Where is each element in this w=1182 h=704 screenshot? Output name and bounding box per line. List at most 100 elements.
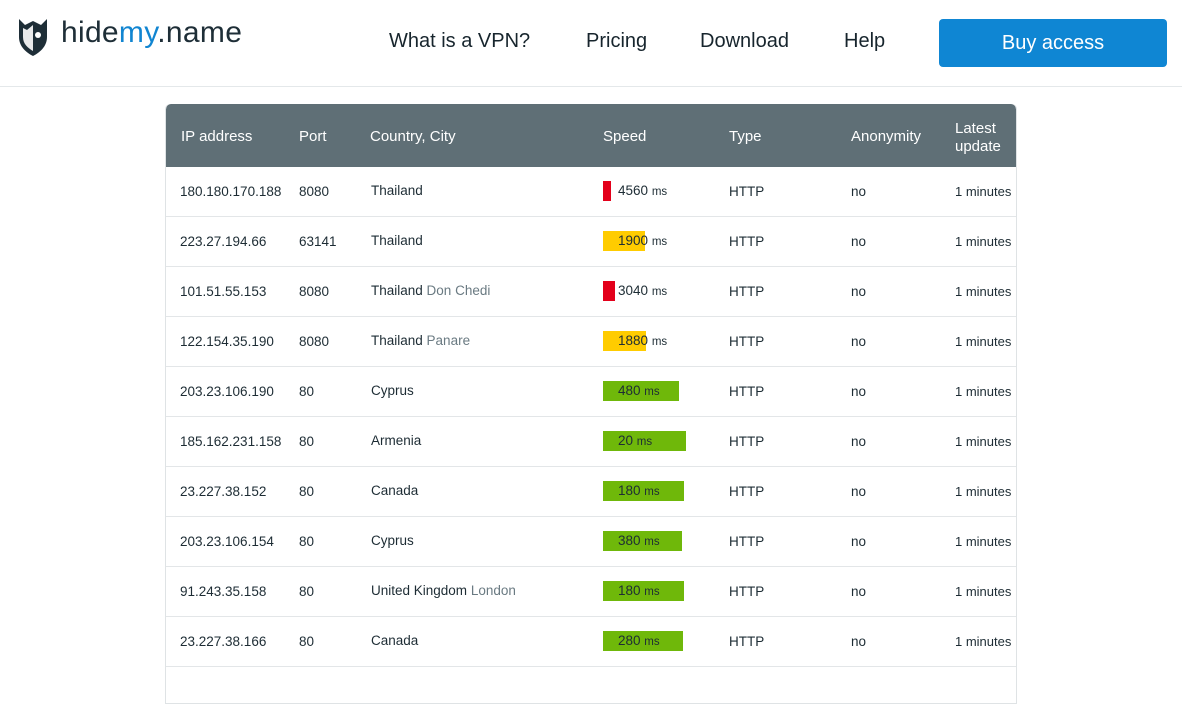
anonymity-cell: no	[851, 484, 867, 499]
table-row: 203.23.106.154 80 Cyprus 380 ms HTTP no …	[166, 517, 1016, 567]
latest-update-cell: 1 minutes	[955, 184, 1012, 199]
speed-unit: ms	[651, 286, 668, 298]
speed-unit: ms	[636, 436, 653, 448]
speed-value: 1900	[618, 233, 649, 248]
country-name: Thailand	[371, 333, 423, 348]
table-row: 91.243.35.158 80 United Kingdom London 1…	[166, 567, 1016, 617]
speed-value: 180	[618, 483, 641, 498]
speed-value: 380	[618, 533, 641, 548]
port-cell: 8080	[299, 284, 330, 299]
speed-cell: 3040 ms	[603, 281, 667, 301]
anonymity-cell: no	[851, 434, 867, 449]
speed-unit: ms	[644, 536, 660, 548]
country-city-cell: Cyprus	[371, 533, 414, 549]
country-city-cell: Canada	[371, 633, 418, 649]
latest-update-cell: 1 minutes	[955, 234, 1012, 249]
ip-address-cell: 23.227.38.166	[180, 634, 267, 649]
speed-cell: 380 ms	[603, 531, 682, 551]
port-cell: 80	[299, 434, 315, 449]
site-logo[interactable]: hidemy.name	[15, 15, 242, 57]
table-row: 185.162.231.158 80 Armenia 20 ms HTTP no…	[166, 417, 1016, 467]
latest-update-cell: 1 minutes	[955, 534, 1012, 549]
header-anonymity[interactable]: Anonymity	[851, 128, 921, 146]
speed-unit: ms	[651, 186, 668, 198]
port-cell: 80	[299, 534, 315, 549]
ip-address-cell: 185.162.231.158	[180, 434, 282, 449]
nav-pricing[interactable]: Pricing	[586, 30, 647, 58]
speed-value: 4560	[618, 183, 649, 198]
type-cell: HTTP	[729, 284, 765, 299]
type-cell: HTTP	[729, 184, 765, 199]
header-update-line1: Latest	[955, 120, 996, 137]
header-speed[interactable]: Speed	[603, 128, 646, 146]
speed-value: 180	[618, 583, 641, 598]
speed-unit: ms	[651, 236, 668, 248]
ip-address-cell: 91.243.35.158	[180, 584, 267, 599]
table-row: 223.27.194.66 63141 Thailand 1900 ms HTT…	[166, 217, 1016, 267]
speed-unit: ms	[644, 486, 660, 498]
speed-cell: 180 ms	[603, 481, 684, 501]
type-cell: HTTP	[729, 484, 765, 499]
country-name: United Kingdom	[371, 583, 468, 598]
table-row: 122.154.35.190 8080 Thailand Panare 1880…	[166, 317, 1016, 367]
type-cell: HTTP	[729, 434, 765, 449]
ip-address-cell: 101.51.55.153	[180, 284, 267, 299]
anonymity-cell: no	[851, 234, 867, 249]
country-city-cell: United Kingdom London	[371, 583, 516, 599]
header-latest-update[interactable]: Latest update	[955, 120, 1001, 156]
port-cell: 63141	[299, 234, 337, 249]
header-update-line2: update	[955, 138, 1001, 155]
latest-update-cell: 1 minutes	[955, 384, 1012, 399]
country-name: Thailand	[371, 283, 423, 298]
speed-value: 480	[618, 383, 641, 398]
type-cell: HTTP	[729, 384, 765, 399]
speed-value: 1880	[618, 333, 649, 348]
proxy-table: IP address Port Country, City Speed Type…	[165, 104, 1017, 704]
country-name: Canada	[371, 633, 419, 648]
latest-update-cell: 1 minutes	[955, 334, 1012, 349]
header-port[interactable]: Port	[299, 128, 327, 146]
country-city-cell: Thailand Don Chedi	[371, 283, 490, 299]
ip-address-cell: 203.23.106.154	[180, 534, 274, 549]
header-type[interactable]: Type	[729, 128, 762, 146]
speed-cell: 1880 ms	[603, 331, 667, 351]
shield-logo-icon	[19, 19, 47, 56]
logo-wordmark: hidemy.name	[61, 18, 242, 48]
top-navigation-bar: hidemy.name What is a VPN? Pricing Downl…	[0, 0, 1182, 87]
port-cell: 80	[299, 384, 315, 399]
anonymity-cell: no	[851, 584, 867, 599]
latest-update-cell: 1 minutes	[955, 284, 1012, 299]
anonymity-cell: no	[851, 384, 867, 399]
country-city-cell: Thailand Panare	[371, 333, 470, 349]
speed-value: 280	[618, 633, 641, 648]
header-country[interactable]: Country, City	[370, 128, 456, 146]
country-city-cell: Armenia	[371, 433, 421, 449]
type-cell: HTTP	[729, 334, 765, 349]
nav-help[interactable]: Help	[844, 30, 885, 58]
buy-access-button[interactable]: Buy access	[939, 19, 1167, 67]
city-name: Panare	[422, 333, 471, 348]
table-row: 180.180.170.188 8080 Thailand 4560 ms HT…	[166, 167, 1016, 217]
anonymity-cell: no	[851, 534, 867, 549]
anonymity-cell: no	[851, 334, 867, 349]
table-row: 23.227.38.152 80 Canada 180 ms HTTP no 1…	[166, 467, 1016, 517]
anonymity-cell: no	[851, 184, 867, 199]
logo-prefix: hide	[61, 16, 119, 49]
country-name: Cyprus	[371, 533, 414, 548]
nav-download[interactable]: Download	[700, 30, 789, 58]
country-name: Armenia	[371, 433, 422, 448]
logo-accent: my	[118, 16, 158, 49]
speed-unit: ms	[644, 586, 660, 598]
nav-what-is-vpn[interactable]: What is a VPN?	[389, 30, 530, 58]
country-name: Thailand	[371, 233, 423, 248]
table-row: 203.23.106.190 80 Cyprus 480 ms HTTP no …	[166, 367, 1016, 417]
anonymity-cell: no	[851, 284, 867, 299]
logo-suffix: .name	[157, 16, 243, 49]
latest-update-cell: 1 minutes	[955, 634, 1012, 649]
speed-unit: ms	[644, 636, 660, 648]
ip-address-cell: 23.227.38.152	[180, 484, 267, 499]
table-row: 101.51.55.153 8080 Thailand Don Chedi 30…	[166, 267, 1016, 317]
country-name: Cyprus	[371, 383, 414, 398]
country-name: Thailand	[371, 183, 423, 198]
header-ip[interactable]: IP address	[181, 128, 252, 146]
